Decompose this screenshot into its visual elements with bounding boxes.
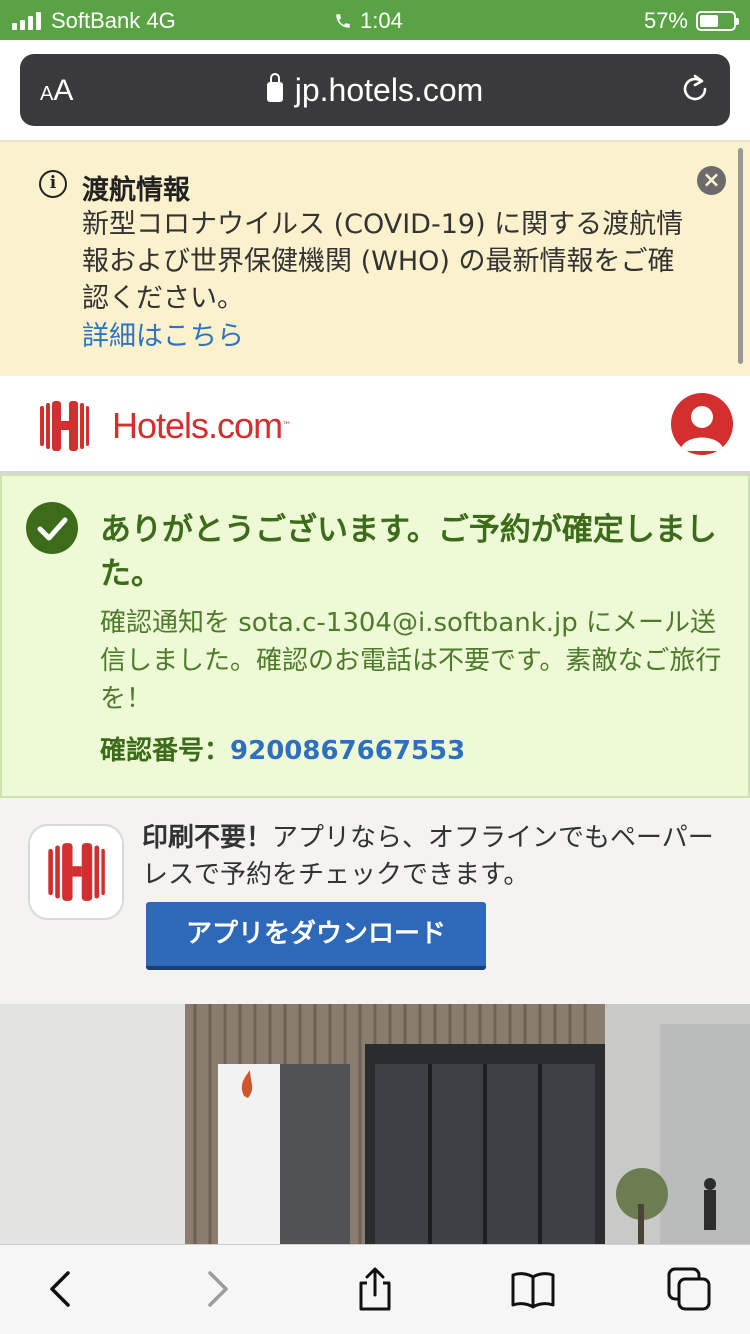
browser-bar: AA jp.hotels.com [0, 40, 750, 140]
hotels-logo-icon [40, 401, 89, 451]
confirmation-number-label: 確認番号： [100, 736, 231, 766]
info-icon: i [39, 170, 67, 198]
check-icon [26, 502, 78, 554]
forward-icon[interactable] [193, 1265, 241, 1313]
avatar-icon[interactable] [671, 393, 733, 455]
status-right: 57% [643, 8, 739, 34]
hotels-app-logo-icon [48, 843, 105, 901]
notice-title: 渡航情報 [82, 175, 190, 206]
travel-notice: i 渡航情報 新型コロナウイルス (COVID-19) に関する渡航情報および世… [0, 140, 750, 376]
site-header: Hotels.com ™ [0, 376, 750, 474]
bookmarks-icon[interactable] [509, 1265, 557, 1313]
battery-percent: 57% [643, 8, 688, 33]
promo-text: 印刷不要！アプリなら、オフラインでもペーパーレスで予約をチェックできます。 [142, 820, 722, 894]
carrier-label: SoftBank 4G [51, 8, 176, 33]
share-icon[interactable] [351, 1265, 399, 1313]
hotels-logo[interactable]: Hotels.com ™ [38, 400, 291, 452]
battery-icon [696, 11, 739, 31]
confirmation-number-value[interactable]: 9200867667553 [230, 736, 465, 766]
status-bar: SoftBank 4G 1:04 57% [0, 0, 750, 40]
hotel-photo[interactable] [0, 1004, 750, 1248]
close-icon[interactable]: × [697, 166, 726, 195]
promo-bold: 印刷不要！ [142, 823, 273, 853]
status-center: 1:04 [334, 8, 403, 34]
battery-fill [700, 15, 719, 27]
scrollbar[interactable] [738, 148, 743, 364]
logo-trademark: ™ [282, 421, 292, 431]
address-bar[interactable]: AA jp.hotels.com [20, 54, 730, 126]
confirmation-body: 確認通知を sota.c-1304@i.softbank.jp にメール送信しま… [100, 608, 722, 714]
check-glyph [37, 517, 68, 541]
tabs-icon[interactable] [665, 1265, 713, 1313]
signal-icon [12, 12, 41, 30]
confirmation-number: 確認番号：9200867667553 [100, 730, 465, 767]
reload-icon[interactable] [678, 72, 712, 106]
booking-confirmation: ありがとうございます。ご予約が確定しました。 確認通知を sota.c-1304… [0, 474, 750, 798]
avatar-glyph [680, 406, 724, 451]
status-left: SoftBank 4G [12, 8, 176, 34]
browser-toolbar [0, 1244, 750, 1334]
app-icon[interactable] [28, 824, 124, 920]
url-display[interactable]: jp.hotels.com [20, 72, 730, 109]
hotel-photo-drawing [0, 1004, 750, 1248]
download-app-button[interactable]: アプリをダウンロード [146, 902, 486, 970]
lock-icon [266, 73, 283, 102]
url-text: jp.hotels.com [294, 72, 484, 108]
notice-body: 新型コロナウイルス (COVID-19) に関する渡航情報および世界保健機関 (… [82, 209, 684, 314]
logo-text: Hotels.com [112, 405, 283, 446]
clock-label: 1:04 [360, 8, 403, 33]
notice-details-link[interactable]: 詳細はこちら [82, 314, 244, 353]
back-icon[interactable] [37, 1265, 85, 1313]
app-promo: 印刷不要！アプリなら、オフラインでもペーパーレスで予約をチェックできます。 アプ… [0, 798, 750, 1004]
confirmation-title: ありがとうございます。ご予約が確定しました。 [100, 512, 717, 592]
phone-icon [336, 14, 350, 28]
